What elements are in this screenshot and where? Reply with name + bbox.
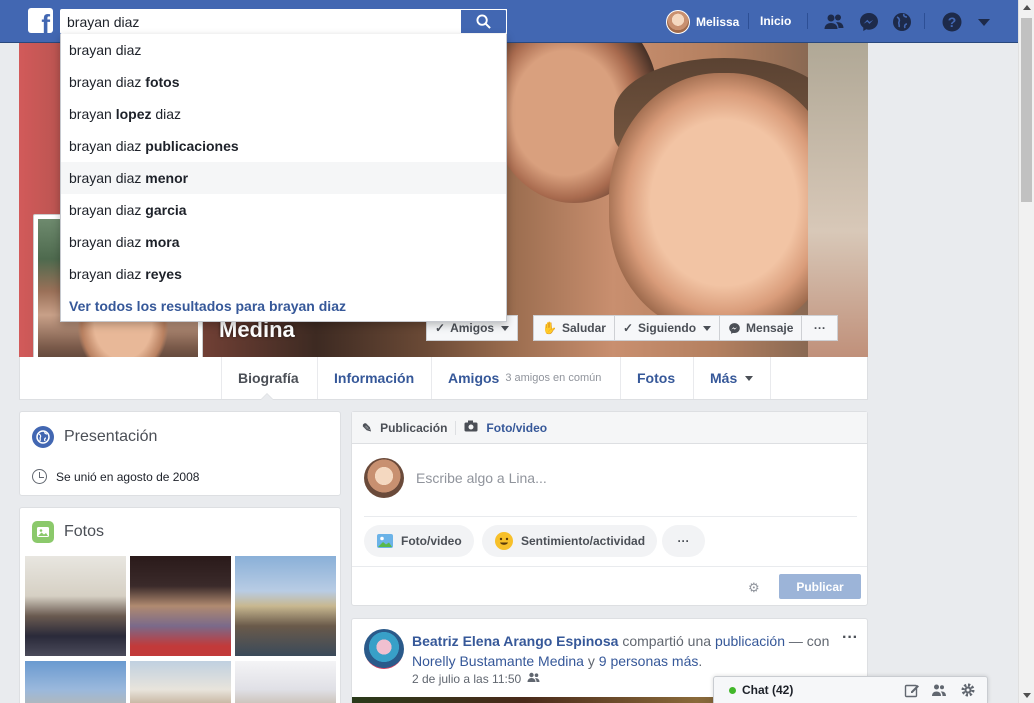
others-link[interactable]: 9 personas más bbox=[599, 653, 699, 669]
chat-bar[interactable]: Chat (42) bbox=[713, 676, 988, 703]
composer-input[interactable]: Escribe algo a Lina... bbox=[416, 470, 547, 486]
photo-thumbnail-church[interactable] bbox=[235, 661, 336, 703]
wave-hand-icon: ✋ bbox=[542, 321, 557, 335]
photo-thumbnail-building[interactable] bbox=[25, 661, 126, 703]
avatar[interactable] bbox=[364, 629, 404, 669]
check-icon: ✓ bbox=[622, 321, 634, 335]
image-icon bbox=[377, 534, 393, 548]
search-input[interactable] bbox=[60, 9, 460, 34]
feeling-activity-button[interactable]: Sentimiento/actividad bbox=[482, 525, 658, 557]
suggestion-item[interactable]: brayan diaz mora bbox=[61, 226, 506, 258]
svg-text:?: ? bbox=[948, 14, 957, 30]
photo-thumbnail-plaza[interactable] bbox=[235, 556, 336, 656]
chevron-down-icon bbox=[703, 325, 712, 331]
scroll-down-arrow-icon[interactable] bbox=[1023, 693, 1031, 698]
suggestion-item-highlighted[interactable]: brayan diaz menor bbox=[61, 162, 506, 194]
post-composer: ✎ Publicación Foto/video Escribe algo a … bbox=[351, 411, 868, 606]
avatar bbox=[364, 458, 404, 498]
greet-button[interactable]: ✋ Saludar bbox=[533, 315, 615, 341]
compose-message-icon[interactable] bbox=[904, 682, 920, 698]
camera-icon bbox=[464, 420, 478, 435]
photo-thumbnail-cathedral[interactable] bbox=[130, 661, 231, 703]
photos-icon bbox=[32, 521, 54, 543]
check-icon: ✓ bbox=[435, 321, 446, 335]
friend-requests-icon[interactable] bbox=[823, 11, 845, 33]
search-icon bbox=[476, 14, 491, 29]
tagged-person-link[interactable]: Norelly Bustamante Medina bbox=[412, 653, 584, 669]
messenger-icon[interactable] bbox=[858, 11, 880, 33]
composer-tab-post[interactable]: Publicación bbox=[380, 421, 447, 435]
suggestion-item[interactable]: brayan diaz garcia bbox=[61, 194, 506, 226]
user-name: Melissa bbox=[696, 14, 740, 29]
avatar bbox=[666, 9, 690, 34]
new-group-icon[interactable] bbox=[931, 682, 947, 698]
publish-button[interactable]: Publicar bbox=[779, 574, 861, 599]
page-scrollbar[interactable] bbox=[1018, 0, 1034, 703]
composer-tab-photo[interactable]: Foto/video bbox=[486, 421, 547, 435]
tab-information[interactable]: Información bbox=[317, 357, 430, 399]
chevron-down-icon bbox=[745, 375, 754, 381]
photo-thumbnail-kids[interactable] bbox=[130, 556, 231, 656]
search-button[interactable] bbox=[461, 9, 507, 34]
tab-more[interactable]: Más bbox=[693, 357, 769, 399]
notifications-globe-icon[interactable] bbox=[891, 11, 913, 33]
search-suggestions-dropdown: brayan diaz brayan diaz fotos brayan lop… bbox=[60, 34, 507, 322]
post-options-button[interactable]: ··· bbox=[842, 629, 858, 647]
search-box bbox=[60, 9, 507, 34]
photos-title: Fotos bbox=[64, 523, 105, 540]
profile-tabs: Biografía Información Amigos 3 amigos en … bbox=[19, 357, 868, 400]
photo-thumbnail-group[interactable] bbox=[25, 556, 126, 656]
photos-card: Fotos bbox=[19, 507, 341, 703]
message-button[interactable]: Mensaje bbox=[720, 315, 803, 341]
suggestion-item[interactable]: brayan diaz publicaciones bbox=[61, 130, 506, 162]
see-all-results-link[interactable]: Ver todos los resultados para brayan dia… bbox=[61, 290, 506, 322]
suggestion-item[interactable]: brayan diaz reyes bbox=[61, 258, 506, 290]
suggestion-item[interactable]: brayan diaz bbox=[61, 34, 506, 66]
chat-label: Chat (42) bbox=[742, 683, 794, 697]
smiley-icon bbox=[495, 532, 513, 550]
scroll-up-arrow-icon[interactable] bbox=[1023, 5, 1031, 10]
suggestion-item[interactable]: brayan lopez diaz bbox=[61, 98, 506, 130]
online-status-dot bbox=[729, 687, 736, 694]
help-icon[interactable]: ? bbox=[941, 11, 963, 33]
account-menu-chevron-icon[interactable] bbox=[973, 11, 995, 33]
post-header: Beatriz Elena Arango Espinosa compartió … bbox=[412, 633, 830, 669]
tab-friends[interactable]: Amigos 3 amigos en común bbox=[431, 357, 617, 399]
tab-photos[interactable]: Fotos bbox=[620, 357, 691, 399]
post-timestamp[interactable]: 2 de julio a las 11:50 bbox=[412, 672, 521, 686]
messenger-icon bbox=[729, 322, 740, 334]
chevron-down-icon bbox=[501, 325, 510, 331]
following-button[interactable]: ✓ Siguiendo bbox=[614, 315, 721, 341]
scrollbar-thumb[interactable] bbox=[1021, 18, 1032, 202]
globe-icon bbox=[32, 426, 54, 448]
composer-more-button[interactable]: ··· bbox=[662, 525, 705, 557]
home-link[interactable]: Inicio bbox=[760, 14, 791, 28]
pencil-icon: ✎ bbox=[362, 420, 373, 435]
photo-video-button[interactable]: Foto/video bbox=[364, 525, 474, 557]
settings-gear-icon[interactable]: ⚙ bbox=[748, 580, 760, 596]
intro-title: Presentación bbox=[64, 428, 158, 445]
intro-card: Presentación Se unió en agosto de 2008 bbox=[19, 411, 341, 496]
more-options-button[interactable]: ··· bbox=[802, 315, 839, 341]
chat-settings-gear-icon[interactable] bbox=[960, 682, 976, 698]
friends-privacy-icon[interactable] bbox=[527, 672, 540, 686]
facebook-logo-icon[interactable]: f bbox=[28, 8, 53, 33]
joined-date: Se unió en agosto de 2008 bbox=[56, 469, 200, 484]
shared-post-link[interactable]: publicación bbox=[715, 633, 785, 649]
suggestion-item[interactable]: brayan diaz fotos bbox=[61, 66, 506, 98]
post-author-link[interactable]: Beatriz Elena Arango Espinosa bbox=[412, 633, 618, 649]
clock-icon bbox=[32, 469, 47, 484]
active-tab-indicator bbox=[260, 393, 274, 400]
profile-shortcut[interactable]: Melissa bbox=[666, 9, 739, 34]
